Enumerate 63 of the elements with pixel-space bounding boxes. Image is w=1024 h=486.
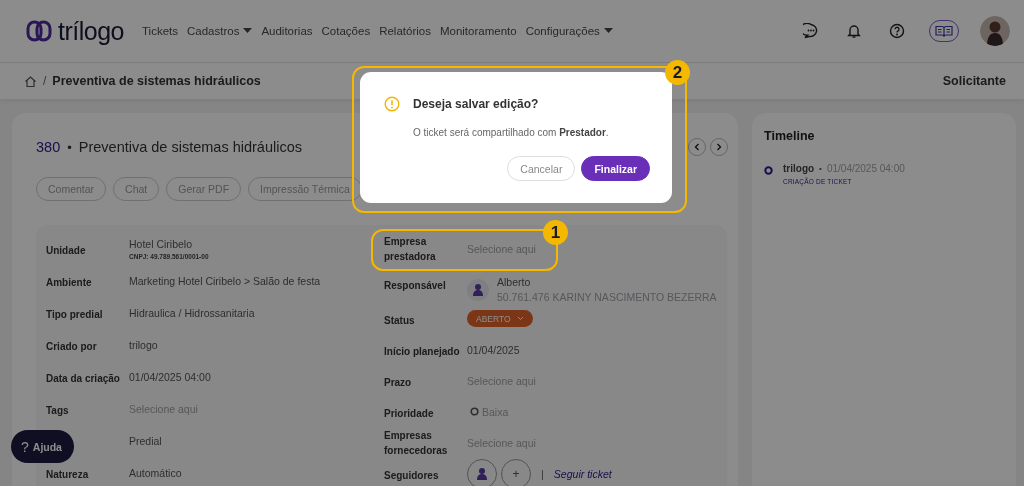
field-label: Tipo predial [46, 308, 103, 322]
finalize-button[interactable]: Finalizar [581, 156, 650, 181]
field-label: Data da criação [46, 372, 120, 386]
field-label: Natureza [46, 468, 89, 482]
chevron-left-icon [693, 143, 701, 151]
field-label: Status [384, 313, 415, 328]
action-button[interactable]: Chat [113, 177, 160, 201]
field-value: Marketing Hotel Ciribelo > Salão de festa [129, 275, 321, 287]
warning-icon [384, 96, 400, 112]
field-label: Ambiente [46, 276, 92, 290]
logo-text: trílogo [58, 16, 124, 46]
field-value: Hotel Ciribelo [129, 238, 194, 250]
add-follower-button[interactable]: + [501, 458, 531, 486]
field-value: 01/04/2025 [467, 343, 520, 356]
logo-icon [26, 20, 52, 42]
user-avatar-icon [467, 278, 489, 301]
field-label: Tags [46, 404, 69, 418]
field-label: Prazo [384, 375, 412, 390]
entry-separator: • [819, 164, 822, 173]
field-label: Unidade [46, 244, 86, 258]
nav-link[interactable]: Auditorias [261, 25, 313, 37]
chevron-right-icon [715, 143, 723, 151]
field-label: Início planejado [384, 344, 460, 359]
timeline-dot-icon [764, 166, 773, 175]
title-separator: • [67, 139, 72, 155]
field-value: Hidraulica / Hidrossanitaria [129, 307, 255, 319]
person-name: Alberto [497, 276, 532, 288]
nav-link[interactable]: Relatórios [379, 25, 431, 37]
nav-link[interactable]: Monitoramento [439, 25, 517, 37]
nav-link[interactable]: Cadastros [187, 25, 253, 37]
timeline-title: Timeline [764, 129, 816, 143]
home-icon[interactable] [24, 74, 37, 88]
follower-avatar[interactable] [467, 458, 497, 486]
status-dropdown[interactable]: ABERTO [467, 310, 533, 327]
field-label: Seguidores [384, 468, 439, 483]
chevron-down-icon [516, 316, 524, 321]
field-value: Automático [129, 467, 182, 479]
nav-link[interactable]: Cotações [321, 25, 371, 37]
follow-link[interactable]: Seguir ticket [553, 467, 612, 480]
link-separator: | [541, 467, 544, 480]
help-button[interactable]: ? Ajuda [11, 430, 74, 463]
ring-icon [470, 407, 479, 416]
breadcrumb-current: Preventiva de sistemas hidráulicos [52, 74, 261, 88]
ticket-number: 380 [36, 139, 61, 155]
role-label: Solicitante [942, 74, 1006, 88]
field-value: trilogo [129, 339, 158, 351]
avatar-icon[interactable] [980, 16, 1010, 46]
dialog-title: Deseja salvar edição? [413, 97, 539, 111]
cancel-button[interactable]: Cancelar [507, 156, 576, 181]
dialog-message: O ticket será compartilhado com Prestador. [413, 127, 610, 138]
field-value: Predial [129, 435, 162, 447]
field-value: 01/04/2025 04:00 [129, 371, 211, 383]
field-label: Empresa prestadora [384, 234, 437, 264]
field-label: Prioridade [384, 406, 434, 421]
action-button[interactable]: Gerar PDF [166, 177, 242, 201]
field-label: Criado por [46, 340, 97, 354]
ticket-title: Preventiva de sistemas hidráulicos [78, 139, 302, 155]
nav-link[interactable]: Tickets [142, 25, 178, 37]
entry-author: trilogo [783, 163, 815, 174]
nav-link[interactable]: Configurações [525, 25, 613, 37]
field-label: Empresas fornecedoras [384, 428, 449, 458]
breadcrumb-separator: / [43, 74, 47, 88]
field-label: Responsável [384, 278, 446, 293]
